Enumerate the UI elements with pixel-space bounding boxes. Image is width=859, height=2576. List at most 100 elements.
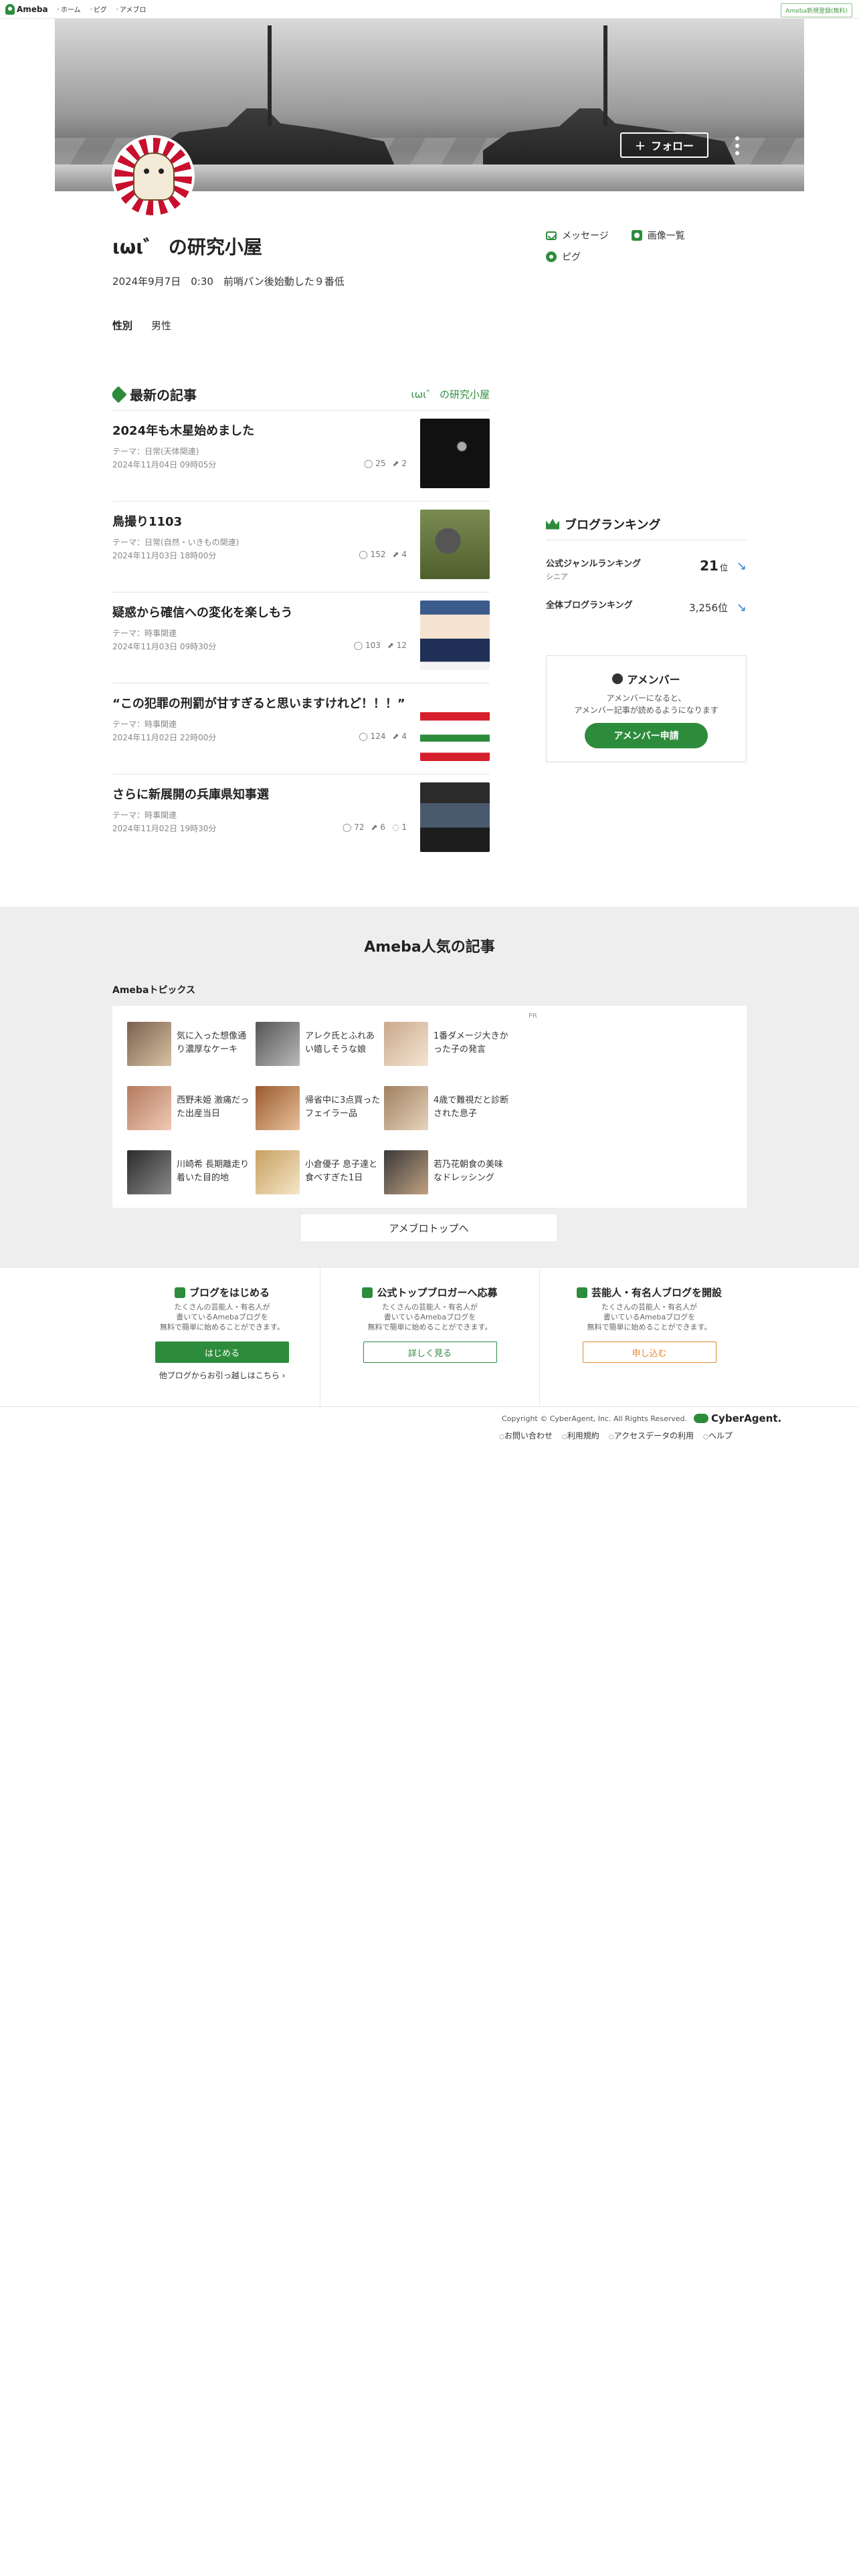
ranking-heading: ブログランキング (565, 518, 661, 532)
cyberagent-logo[interactable]: CyberAgent. (694, 1412, 781, 1424)
view-count-value: 25 (375, 459, 386, 468)
like-count: ⬈ 4 (392, 550, 407, 559)
article-date: 2024年11月04日 09時05分 (112, 460, 217, 469)
promo-desc-line: 書いているAmebaブログを (176, 1313, 268, 1321)
article-title[interactable]: 鳥撮り1103 (112, 512, 407, 530)
topic-title: 気に入った想像通り濃厚なケーキ (177, 1031, 247, 1055)
topic-item[interactable]: アレク氏とふれあい嬉しそうな娘 (256, 1022, 383, 1066)
footer-link-terms[interactable]: 利用規約 (562, 1430, 599, 1441)
nav-link-ameblo[interactable]: › アメブロ (116, 4, 147, 14)
article-title[interactable]: 2024年も木星始めました (112, 421, 407, 439)
blog-top-link[interactable]: ιωι゛ の研究小屋 (411, 387, 490, 401)
comment-count: ◯ 124 (359, 732, 385, 741)
top-nav: Ameba › ホーム › ピグ › アメブロ Ameba新規登録(無料) (0, 0, 859, 19)
images-link[interactable]: 画像一覧 (631, 229, 685, 242)
topic-title: 4歳で難視だと診断された息子 (434, 1095, 509, 1119)
register-button[interactable]: Ameba新規登録(無料) (781, 3, 852, 17)
promo-heading: 公式トップブロガーへ応募 (320, 1285, 539, 1299)
promo-desc-line: たくさんの芸能人・有名人が (174, 1303, 270, 1311)
promo-heading-text: 芸能人・有名人ブログを開設 (591, 1287, 722, 1299)
article-date: 2024年11月03日 18時00分 (112, 551, 217, 560)
article-title[interactable]: さらに新展開の兵庫県知事選 (112, 785, 407, 802)
article-item[interactable]: 2024年も木星始めました テーマ：日常(天体関連) 2024年11月04日 0… (112, 411, 490, 502)
article-theme[interactable]: テーマ：時事関連 (112, 718, 177, 730)
celebrity-apply-button[interactable]: 申し込む (582, 1341, 717, 1363)
arrow-down-right-icon: ↘ (736, 559, 747, 573)
chevron-right-icon: › (57, 6, 60, 12)
like-count-value: 4 (401, 550, 407, 559)
topic-item[interactable]: 小倉優子 息子達と食べすぎた1日 (256, 1150, 383, 1194)
amember-desc-line: アメンバーになると、 (606, 693, 686, 703)
top-blogger-details-button[interactable]: 詳しく見る (363, 1341, 497, 1363)
topic-item[interactable]: 若乃花朝食の美味なドレッシング (384, 1150, 511, 1194)
mail-icon (546, 231, 557, 240)
pr-label: PR (529, 1012, 537, 1020)
comment-count: ◯ 103 (354, 641, 381, 650)
promo-desc-line: 無料で簡単に始めることができます。 (160, 1323, 284, 1331)
article-theme[interactable]: テーマ：時事関連 (112, 627, 177, 639)
promo-desc-line: たくさんの芸能人・有名人が (601, 1303, 697, 1311)
promo-heading: ブログをはじめる (112, 1285, 332, 1299)
article-item[interactable]: “この犯罪の刑罰が甘すぎると思いますけれど！！！” テーマ：時事関連 2024年… (112, 683, 490, 774)
amember-icon (612, 673, 624, 684)
article-theme[interactable]: テーマ：日常(自然・いきもの関連) (112, 536, 239, 548)
genre-ranking-label: 公式ジャンルランキング (546, 559, 641, 569)
chevron-right-icon: › (90, 6, 92, 12)
topic-item[interactable]: 西野未姫 激痛だった出産当日 (127, 1086, 254, 1130)
article-item[interactable]: 疑惑から確信への変化を楽しもう テーマ：時事関連 2024年11月03日 09時… (112, 593, 490, 683)
topic-item[interactable]: 帰省中に3点買ったフェイラー品 (256, 1086, 383, 1130)
article-thumbnail[interactable] (420, 782, 490, 852)
like-count-value: 2 (401, 459, 407, 468)
ameblo-top-button[interactable]: アメブロトップへ (301, 1214, 557, 1241)
topic-item[interactable]: 気に入った想像通り濃厚なケーキ (127, 1022, 254, 1066)
genre-ranking-row[interactable]: 公式ジャンルランキング シニア 21 位 ↘ (546, 550, 747, 590)
topic-image (384, 1086, 428, 1130)
article-theme[interactable]: テーマ：時事関連 (112, 809, 177, 821)
blog-title[interactable]: ιωι゛ の研究小屋 (112, 233, 262, 259)
more-menu-button[interactable] (729, 134, 745, 158)
footer-link-label: ヘルプ (703, 1431, 733, 1440)
promo-heading-text: ブログをはじめる (189, 1287, 270, 1299)
article-title[interactable]: 疑惑から確信への変化を楽しもう (112, 603, 407, 621)
nav-link-label: ホーム (60, 7, 81, 14)
article-item[interactable]: さらに新展開の兵庫県知事選 テーマ：時事関連 2024年11月02日 19時30… (112, 774, 490, 865)
avatar[interactable] (112, 135, 195, 218)
pigg-link[interactable]: ピグ (546, 250, 581, 263)
ameba-logo[interactable]: Ameba (5, 3, 48, 15)
pigg-icon (546, 251, 557, 262)
follow-button[interactable]: ＋ フォロー (620, 132, 708, 158)
pencil-icon (174, 1287, 185, 1298)
start-blog-button[interactable]: はじめる (155, 1341, 289, 1363)
article-thumbnail[interactable] (420, 419, 490, 488)
footer-link-label: アクセスデータの利用 (609, 1431, 694, 1440)
nav-link-pigg[interactable]: › ピグ (90, 4, 107, 14)
footer-link-contact[interactable]: お問い合わせ (499, 1430, 553, 1441)
topics-subheading: Amebaトピックス (112, 985, 195, 996)
comment-icon: ◯ (343, 823, 355, 832)
all-ranking-row[interactable]: 全体ブログランキング 3,256位 ↘ (546, 591, 747, 631)
article-title[interactable]: “この犯罪の刑罰が甘すぎると思いますけれど！！！” (112, 694, 407, 712)
amember-heading-text: アメンバー (627, 673, 680, 686)
footer-link-access-data[interactable]: アクセスデータの利用 (609, 1430, 694, 1441)
topic-item[interactable]: 1番ダメージ大きかった子の発言 (384, 1022, 511, 1066)
reblog-count: ◌ 1 (392, 823, 407, 832)
topic-item[interactable]: 4歳で難視だと診断された息子 (384, 1086, 511, 1130)
article-theme[interactable]: テーマ：日常(天体関連) (112, 445, 199, 457)
promo-description: たくさんの芸能人・有名人が 書いているAmebaブログを 無料で簡単に始めること… (112, 1302, 332, 1332)
nav-link-home[interactable]: › ホーム (58, 4, 81, 14)
like-count-value: 12 (396, 641, 407, 650)
article-item[interactable]: 鳥撮り1103 テーマ：日常(自然・いきもの関連) 2024年11月03日 18… (112, 502, 490, 593)
article-date: 2024年11月02日 22時00分 (112, 733, 217, 742)
amember-apply-button[interactable]: アメンバー申請 (585, 723, 708, 748)
article-thumbnail[interactable] (420, 601, 490, 670)
comment-icon: ◯ (353, 641, 365, 650)
view-count-value: 103 (365, 641, 381, 650)
dot-icon (735, 136, 739, 140)
pencil-icon (110, 385, 127, 403)
message-link[interactable]: メッセージ (546, 229, 609, 242)
migrate-blog-link[interactable]: 他ブログからお引っ越しはこちら › (112, 1370, 332, 1381)
article-thumbnail[interactable] (420, 691, 490, 761)
article-thumbnail[interactable] (420, 510, 490, 579)
footer-link-help[interactable]: ヘルプ (703, 1430, 733, 1441)
topic-item[interactable]: 川崎希 長期離走り着いた目的地 (127, 1150, 254, 1194)
